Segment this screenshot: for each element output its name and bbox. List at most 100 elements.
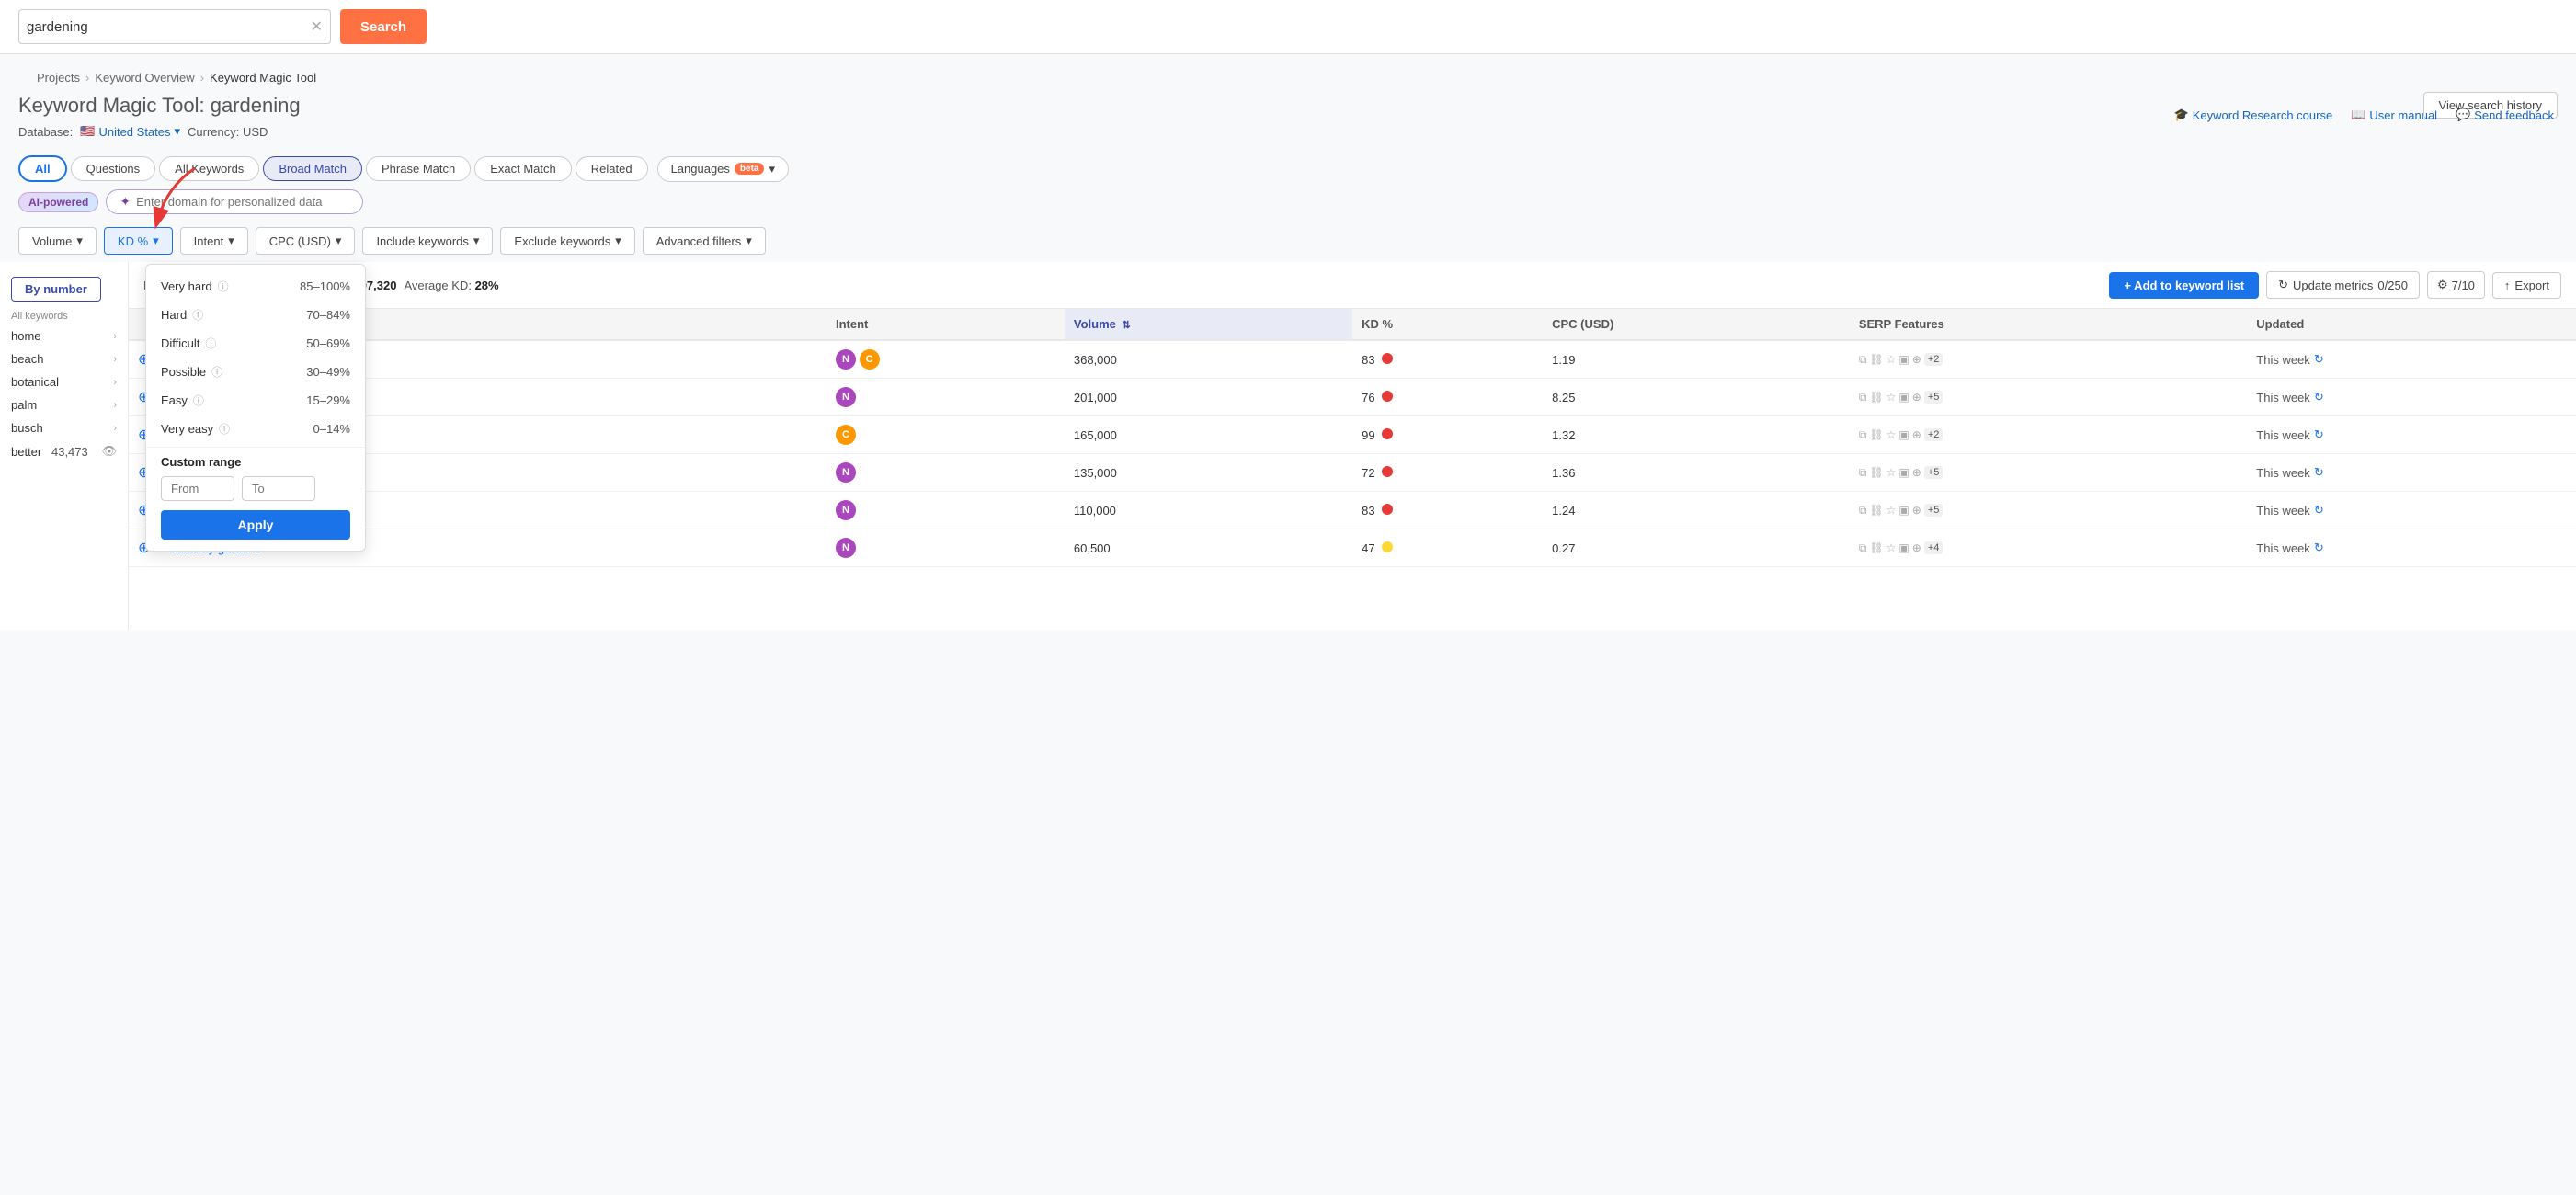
serp-icon-5[interactable]: ⊕: [1912, 391, 1921, 404]
volume-header[interactable]: Volume ⇅: [1065, 309, 1352, 340]
sidebar-item-beach[interactable]: beach ›: [0, 347, 128, 370]
tab-questions[interactable]: Questions: [71, 156, 156, 181]
serp-icon-2[interactable]: ⛓: [1869, 428, 1883, 441]
sidebar-item-busch[interactable]: busch ›: [0, 416, 128, 439]
intent-cell: N: [826, 454, 1065, 492]
info-icon: ⓘ: [192, 307, 203, 323]
kd-possible[interactable]: Possible ⓘ 30–49%: [146, 358, 365, 386]
intent-cell: C: [826, 416, 1065, 454]
serp-icon-1[interactable]: ⧉: [1859, 391, 1867, 404]
serp-icon-5[interactable]: ⊕: [1912, 504, 1921, 517]
serp-icon-2[interactable]: ⛓: [1869, 353, 1883, 366]
serp-icon-5[interactable]: ⊕: [1912, 466, 1921, 479]
database-country-link[interactable]: 🇺🇸 United States ▾: [80, 124, 180, 139]
apply-button[interactable]: Apply: [161, 510, 350, 540]
cpc-filter-button[interactable]: CPC (USD) ▾: [256, 227, 356, 255]
settings-button[interactable]: ⚙ 7/10: [2427, 271, 2485, 299]
serp-icon-3[interactable]: ☆: [1886, 466, 1897, 479]
send-feedback-link[interactable]: 💬 Send feedback: [2456, 108, 2554, 122]
domain-input[interactable]: [136, 195, 349, 209]
breadcrumb-keyword-overview[interactable]: Keyword Overview: [95, 71, 194, 85]
from-input[interactable]: [161, 476, 234, 501]
serp-icon-3[interactable]: ☆: [1886, 541, 1897, 554]
refresh-row-icon[interactable]: ↻: [2314, 390, 2324, 404]
sidebar-item-botanical[interactable]: botanical ›: [0, 370, 128, 393]
flag-icon: 🇺🇸: [80, 124, 95, 139]
exclude-keywords-button[interactable]: Exclude keywords ▾: [500, 227, 634, 255]
refresh-row-icon[interactable]: ↻: [2314, 427, 2324, 442]
kd-filter-button[interactable]: KD % ▾: [104, 227, 173, 255]
kd-very-hard[interactable]: Very hard ⓘ 85–100%: [146, 272, 365, 301]
tab-related[interactable]: Related: [576, 156, 648, 181]
serp-icon-4[interactable]: ▣: [1898, 391, 1909, 404]
serp-icon-3[interactable]: ☆: [1886, 391, 1897, 404]
intent-filter-button[interactable]: Intent ▾: [180, 227, 248, 255]
serp-icon-3[interactable]: ☆: [1886, 504, 1897, 517]
serp-features-cell: ⧉ ⛓ ☆ ▣ ⊕ +2: [1850, 340, 2247, 379]
tab-all-keywords[interactable]: All Keywords: [159, 156, 259, 181]
sort-icon: ⇅: [1122, 320, 1130, 331]
update-metrics-button[interactable]: ↻ Update metrics 0/250: [2266, 271, 2420, 299]
serp-icon-3[interactable]: ☆: [1886, 428, 1897, 441]
keyword-research-course-link[interactable]: 🎓 Keyword Research course: [2174, 108, 2333, 122]
serp-icon-1[interactable]: ⧉: [1859, 504, 1867, 518]
serp-icon-1[interactable]: ⧉: [1859, 353, 1867, 367]
table-area: Keywords: 1,134,761 Total volume: 20,397…: [129, 262, 2576, 630]
serp-icon-4[interactable]: ▣: [1898, 504, 1909, 517]
serp-icon-4[interactable]: ▣: [1898, 466, 1909, 479]
serp-icon-3[interactable]: ☆: [1886, 353, 1897, 366]
refresh-row-icon[interactable]: ↻: [2314, 541, 2324, 555]
user-manual-link[interactable]: 📖 User manual: [2351, 108, 2437, 122]
search-button[interactable]: Search: [340, 9, 427, 44]
add-keyword-button[interactable]: + Add to keyword list: [2109, 272, 2259, 299]
search-input[interactable]: gardening: [27, 19, 311, 35]
kd-hard[interactable]: Hard ⓘ 70–84%: [146, 301, 365, 329]
cpc-cell: 8.25: [1543, 379, 1850, 416]
serp-icon-1[interactable]: ⧉: [1859, 428, 1867, 442]
serp-icon-2[interactable]: ⛓: [1869, 391, 1883, 404]
serp-icon-2[interactable]: ⛓: [1869, 504, 1883, 517]
updated-text: This week: [2256, 391, 2310, 404]
clear-icon[interactable]: ✕: [311, 17, 323, 36]
kd-difficult[interactable]: Difficult ⓘ 50–69%: [146, 329, 365, 358]
cpc-cell: 0.27: [1543, 529, 1850, 567]
breadcrumb-projects[interactable]: Projects: [37, 71, 80, 85]
serp-icon-4[interactable]: ▣: [1898, 541, 1909, 554]
refresh-row-icon[interactable]: ↻: [2314, 503, 2324, 518]
serp-icon-1[interactable]: ⧉: [1859, 541, 1867, 555]
kd-difficulty-dot: [1382, 391, 1393, 402]
currency-label: Currency: USD: [188, 125, 268, 139]
tab-phrase-match[interactable]: Phrase Match: [366, 156, 471, 181]
volume-filter-button[interactable]: Volume ▾: [18, 227, 97, 255]
serp-icon-5[interactable]: ⊕: [1912, 541, 1921, 554]
serp-plus-badge: +4: [1924, 541, 1943, 554]
intent-cell: N: [826, 492, 1065, 529]
serp-icon-2[interactable]: ⛓: [1869, 466, 1883, 479]
include-keywords-button[interactable]: Include keywords ▾: [362, 227, 493, 255]
serp-icon-5[interactable]: ⊕: [1912, 353, 1921, 366]
by-number-button[interactable]: By number: [11, 277, 101, 302]
serp-plus-badge: +5: [1924, 466, 1943, 479]
kd-easy[interactable]: Easy ⓘ 15–29%: [146, 386, 365, 415]
tab-broad-match[interactable]: Broad Match: [263, 156, 362, 181]
sidebar-item-home[interactable]: home ›: [0, 324, 128, 347]
info-icon: ⓘ: [205, 336, 216, 351]
refresh-row-icon[interactable]: ↻: [2314, 352, 2324, 367]
export-button[interactable]: ↑ Export: [2492, 272, 2561, 299]
sidebar-item-better[interactable]: better 43,473 👁: [0, 439, 128, 463]
sidebar-item-palm[interactable]: palm ›: [0, 393, 128, 416]
languages-button[interactable]: Languages beta ▾: [657, 156, 789, 182]
refresh-row-icon[interactable]: ↻: [2314, 465, 2324, 480]
serp-icon-2[interactable]: ⛓: [1869, 541, 1883, 554]
serp-icon-4[interactable]: ▣: [1898, 428, 1909, 441]
kd-very-easy[interactable]: Very easy ⓘ 0–14%: [146, 415, 365, 443]
tab-all[interactable]: All: [18, 155, 67, 182]
tab-exact-match[interactable]: Exact Match: [474, 156, 572, 181]
table-row: ⊕ botanical gardens » C 165,000 99 1.32 …: [129, 416, 2576, 454]
to-input[interactable]: [242, 476, 315, 501]
chevron-down-icon: ▾: [473, 233, 480, 248]
serp-icon-5[interactable]: ⊕: [1912, 428, 1921, 441]
advanced-filters-button[interactable]: Advanced filters ▾: [643, 227, 766, 255]
serp-icon-4[interactable]: ▣: [1898, 353, 1909, 366]
serp-icon-1[interactable]: ⧉: [1859, 466, 1867, 480]
